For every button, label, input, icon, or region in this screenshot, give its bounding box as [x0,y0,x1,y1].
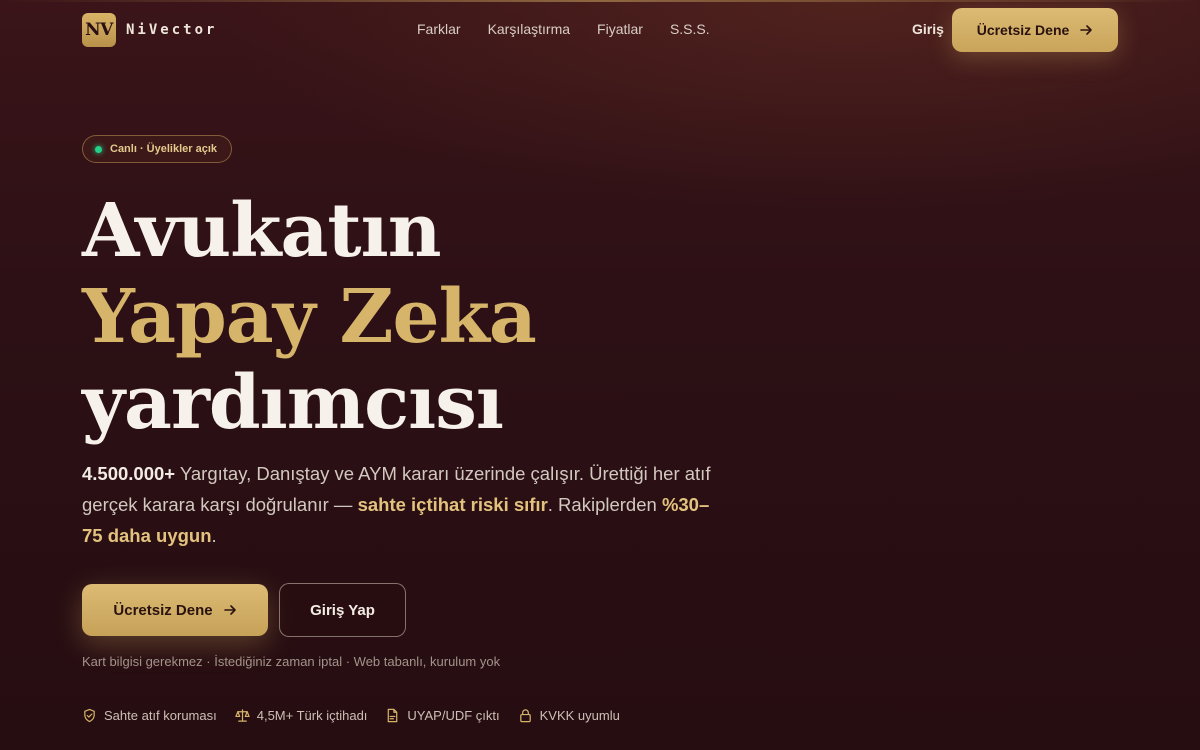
headline-line-1: Avukatın [82,188,442,274]
nav-cta-label: Ücretsiz Dene [976,22,1070,38]
nav-link-farklar[interactable]: Farklar [417,21,461,37]
feature-label: UYAP/UDF çıktı [407,708,500,723]
status-badge: Canlı · Üyelikler açık [82,135,232,163]
arrow-right-icon [223,605,236,615]
nav-login-link[interactable]: Giriş [912,21,944,37]
hero-headline: Avukatın Yapay Zeka yardımcısı [82,188,537,446]
live-dot-icon [95,145,102,153]
document-icon [388,708,398,723]
headline-line-2: Yapay Zeka [82,274,537,360]
scales-icon [235,709,250,722]
fineprint: Kart bilgisi gerekmez · İstediğiniz zama… [82,654,501,669]
headline-line-3: yardımcısı [82,360,504,446]
hero-description: 4.500.000+ Yargıtay, Danıştay ve AYM kar… [82,458,722,551]
feature-label: Sahte atıf koruması [104,708,217,723]
nav-free-trial-button[interactable]: Ücretsiz Dene [952,8,1118,52]
description-highlight-1: sahte içtihat riski sıfır [357,494,548,515]
lock-icon [519,709,531,723]
feature-list: Sahte atıf koruması 4,5M+ Türk içtihadı … [82,708,620,723]
nav-link-fiyatlar[interactable]: Fiyatlar [597,21,643,37]
brand-name: NiVector [126,22,218,38]
feature-item: KVKK uyumlu [518,708,620,723]
free-trial-button[interactable]: Ücretsiz Dene [82,584,268,636]
feature-label: 4,5M+ Türk içtihadı [256,708,368,723]
nav-link-karsilastirma[interactable]: Karşılaştırma [488,21,570,37]
top-navigation: NV NiVector Farklar Karşılaştırma Fiyatl… [0,0,1200,60]
free-trial-label: Ücretsiz Dene [113,601,213,619]
status-badge-text: Canlı · Üyelikler açık [110,143,217,155]
nav-link-sss[interactable]: S.S.S. [670,21,710,37]
brand-logo[interactable]: NV NiVector [82,13,217,47]
login-button[interactable]: Giriş Yap [279,583,406,637]
description-part-2: . Rakiplerden [547,494,662,515]
feature-label: KVKK uyumlu [539,708,620,723]
logo-mark: NV [82,13,116,47]
login-button-label: Giriş Yap [310,601,375,619]
decision-count: 4.500.000+ [82,463,176,484]
nav-links: Farklar Karşılaştırma Fiyatlar S.S.S. [417,21,710,37]
feature-item: UYAP/UDF çıktı [385,708,500,723]
feature-item: 4,5M+ Türk içtihadı [235,708,368,723]
feature-item: Sahte atıf koruması [82,708,217,723]
description-part-3: . [211,525,217,546]
arrow-right-icon [1080,25,1093,35]
shield-icon [84,708,95,723]
